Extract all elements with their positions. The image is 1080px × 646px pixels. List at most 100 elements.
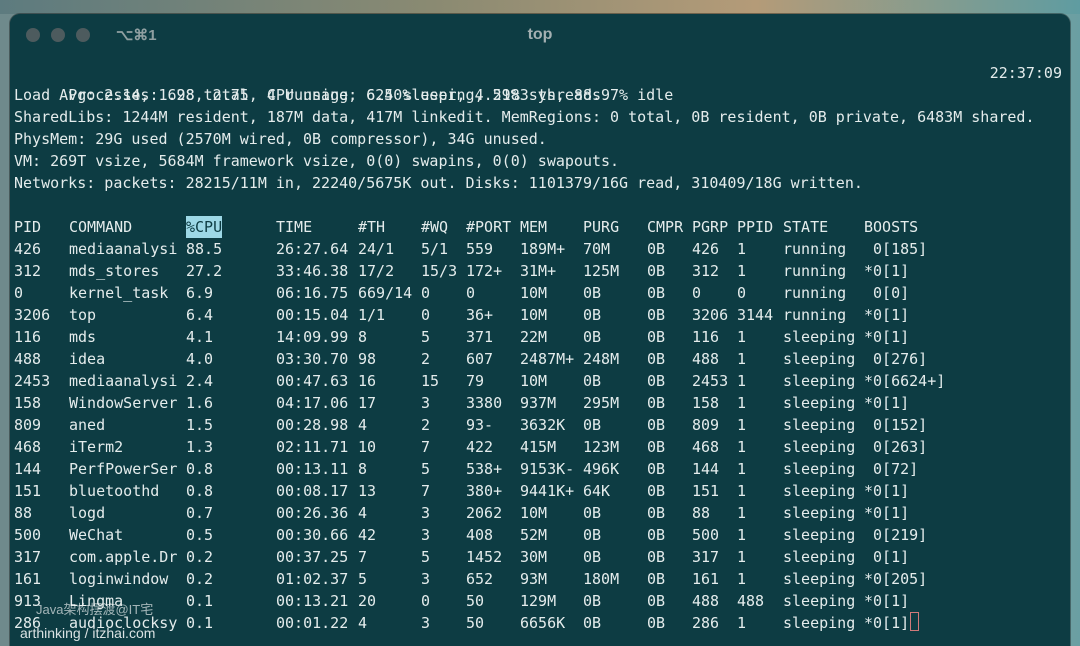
cell-boosts: *0[1] xyxy=(864,504,910,522)
cell-pid: 161 xyxy=(14,570,42,588)
cell-time: 03:30.70 xyxy=(276,350,349,368)
cell-workqueue: 0 xyxy=(421,592,431,610)
process-row: 88 logd 0.7 00:26.36 4 3 2062 10M 0B 0B 88 1 sleepin… xyxy=(14,502,1066,524)
cell-ppid: 1 xyxy=(737,482,747,500)
cell-pid: 151 xyxy=(14,482,42,500)
cell-mem: 129M xyxy=(520,592,557,610)
summary-networks: Networks: packets: 28215/11M in, 22240/5… xyxy=(14,174,863,192)
cell-ppid: 1 xyxy=(737,504,747,522)
cell-command: mediaanalysi xyxy=(69,372,178,390)
cell-state: sleeping xyxy=(783,504,856,522)
cell-purg: 0B xyxy=(583,504,602,522)
cell-command: kernel_task xyxy=(69,284,169,302)
summary-physmem: PhysMem: 29G used (2570M wired, 0B compr… xyxy=(14,130,547,148)
cell-threads: 4 xyxy=(358,504,368,522)
cell-boosts: *0[1] xyxy=(864,328,910,346)
process-row: 312 mds_stores 27.2 33:46.38 17/2 15/3 172+ 31M… xyxy=(14,260,1066,282)
column-header-cpu-sorted: %CPU xyxy=(186,216,223,238)
cell-cpu: 6.4 xyxy=(186,306,214,324)
cell-cpu: 0.8 xyxy=(186,482,214,500)
column-header-time: TIME xyxy=(276,218,313,236)
cell-cmpr: 0B xyxy=(647,328,666,346)
cell-state: sleeping xyxy=(783,438,856,456)
cell-threads: 13 xyxy=(358,482,377,500)
cell-ppid: 1 xyxy=(737,416,747,434)
text-cursor xyxy=(910,612,920,631)
cell-ports: 2062 xyxy=(466,504,503,522)
cell-pgrp: 468 xyxy=(692,438,720,456)
cell-threads: 42 xyxy=(358,526,377,544)
cell-threads: 17/2 xyxy=(358,262,395,280)
cell-mem: 2487M+ xyxy=(520,350,575,368)
cell-command: mds xyxy=(69,328,97,346)
cell-pgrp: 0 xyxy=(692,284,702,302)
cell-mem: 937M xyxy=(520,394,557,412)
cell-pid: 312 xyxy=(14,262,42,280)
cell-ports: 172+ xyxy=(466,262,503,280)
cell-mem: 10M xyxy=(520,306,548,324)
cell-ports: 3380 xyxy=(466,394,503,412)
cell-pid: 3206 xyxy=(14,306,51,324)
terminal-output[interactable]: Processes: 628 total, 4 running, 624 sle… xyxy=(14,62,1066,634)
title-bar[interactable]: ⌥⌘1 top xyxy=(10,14,1070,56)
column-header-cmpr: CMPR xyxy=(647,218,684,236)
cell-purg: 0B xyxy=(583,614,602,632)
cell-pgrp: 312 xyxy=(692,262,720,280)
cell-workqueue: 3 xyxy=(421,394,431,412)
cell-command: mediaanalysi xyxy=(69,240,178,258)
cell-cmpr: 0B xyxy=(647,592,666,610)
cell-threads: 8 xyxy=(358,460,368,478)
process-table-header: PID COMMAND %CPU TIME #TH #WQ #PORT MEM … xyxy=(14,216,1066,238)
cell-boosts: 0[219] xyxy=(864,526,928,544)
cell-boosts: 0[72] xyxy=(864,460,919,478)
cell-command: loginwindow xyxy=(69,570,169,588)
cell-cpu: 0.2 xyxy=(186,548,214,566)
cell-cpu: 2.4 xyxy=(186,372,214,390)
cell-time: 14:09.99 xyxy=(276,328,349,346)
cell-pid: 2453 xyxy=(14,372,51,390)
cell-mem: 189M+ xyxy=(520,240,566,258)
cell-boosts: *0[1] xyxy=(864,262,910,280)
cell-command: com.apple.Dr xyxy=(69,548,178,566)
cell-ppid: 1 xyxy=(737,548,747,566)
process-row: 151 bluetoothd 0.8 00:08.17 13 7 380+ 9441K+ 64K… xyxy=(14,480,1066,502)
cell-state: sleeping xyxy=(783,570,856,588)
cell-command: WeChat xyxy=(69,526,124,544)
cell-pid: 116 xyxy=(14,328,42,346)
column-header-purg: PURG xyxy=(583,218,620,236)
clock: 22:37:09 xyxy=(989,64,1062,82)
cell-purg: 0B xyxy=(583,284,602,302)
cell-purg: 496K xyxy=(583,460,620,478)
cell-state: sleeping xyxy=(783,372,856,390)
cell-pgrp: 3206 xyxy=(692,306,729,324)
cell-threads: 20 xyxy=(358,592,377,610)
watermark-site: arthinking / itzhai.com xyxy=(20,625,156,641)
process-row: 0 kernel_task 6.9 06:16.75 669/14 0 0 10M 0B 0B 0 0… xyxy=(14,282,1066,304)
cell-ports: 50 xyxy=(466,592,485,610)
cell-command: top xyxy=(69,306,97,324)
cell-workqueue: 3 xyxy=(421,614,431,632)
cell-purg: 125M xyxy=(583,262,620,280)
cell-command: iTerm2 xyxy=(69,438,124,456)
cell-cmpr: 0B xyxy=(647,570,666,588)
cell-cmpr: 0B xyxy=(647,438,666,456)
cell-ppid: 1 xyxy=(737,350,747,368)
cell-workqueue: 2 xyxy=(421,416,431,434)
cell-cpu: 0.8 xyxy=(186,460,214,478)
cell-boosts: *0[6624+] xyxy=(864,372,946,390)
cell-ports: 1452 xyxy=(466,548,503,566)
process-row: 317 com.apple.Dr 0.2 00:37.25 7 5 1452 30M 0B 0B 3… xyxy=(14,546,1066,568)
cell-purg: 0B xyxy=(583,548,602,566)
desktop-background xyxy=(0,0,1080,14)
cell-time: 00:08.17 xyxy=(276,482,349,500)
cell-pgrp: 144 xyxy=(692,460,720,478)
cell-workqueue: 5 xyxy=(421,328,431,346)
cell-workqueue: 0 xyxy=(421,284,431,302)
cell-cpu: 1.6 xyxy=(186,394,214,412)
cell-pgrp: 158 xyxy=(692,394,720,412)
cell-mem: 6656K xyxy=(520,614,566,632)
cell-ppid: 1 xyxy=(737,328,747,346)
cell-pid: 144 xyxy=(14,460,42,478)
cell-state: running xyxy=(783,240,847,258)
